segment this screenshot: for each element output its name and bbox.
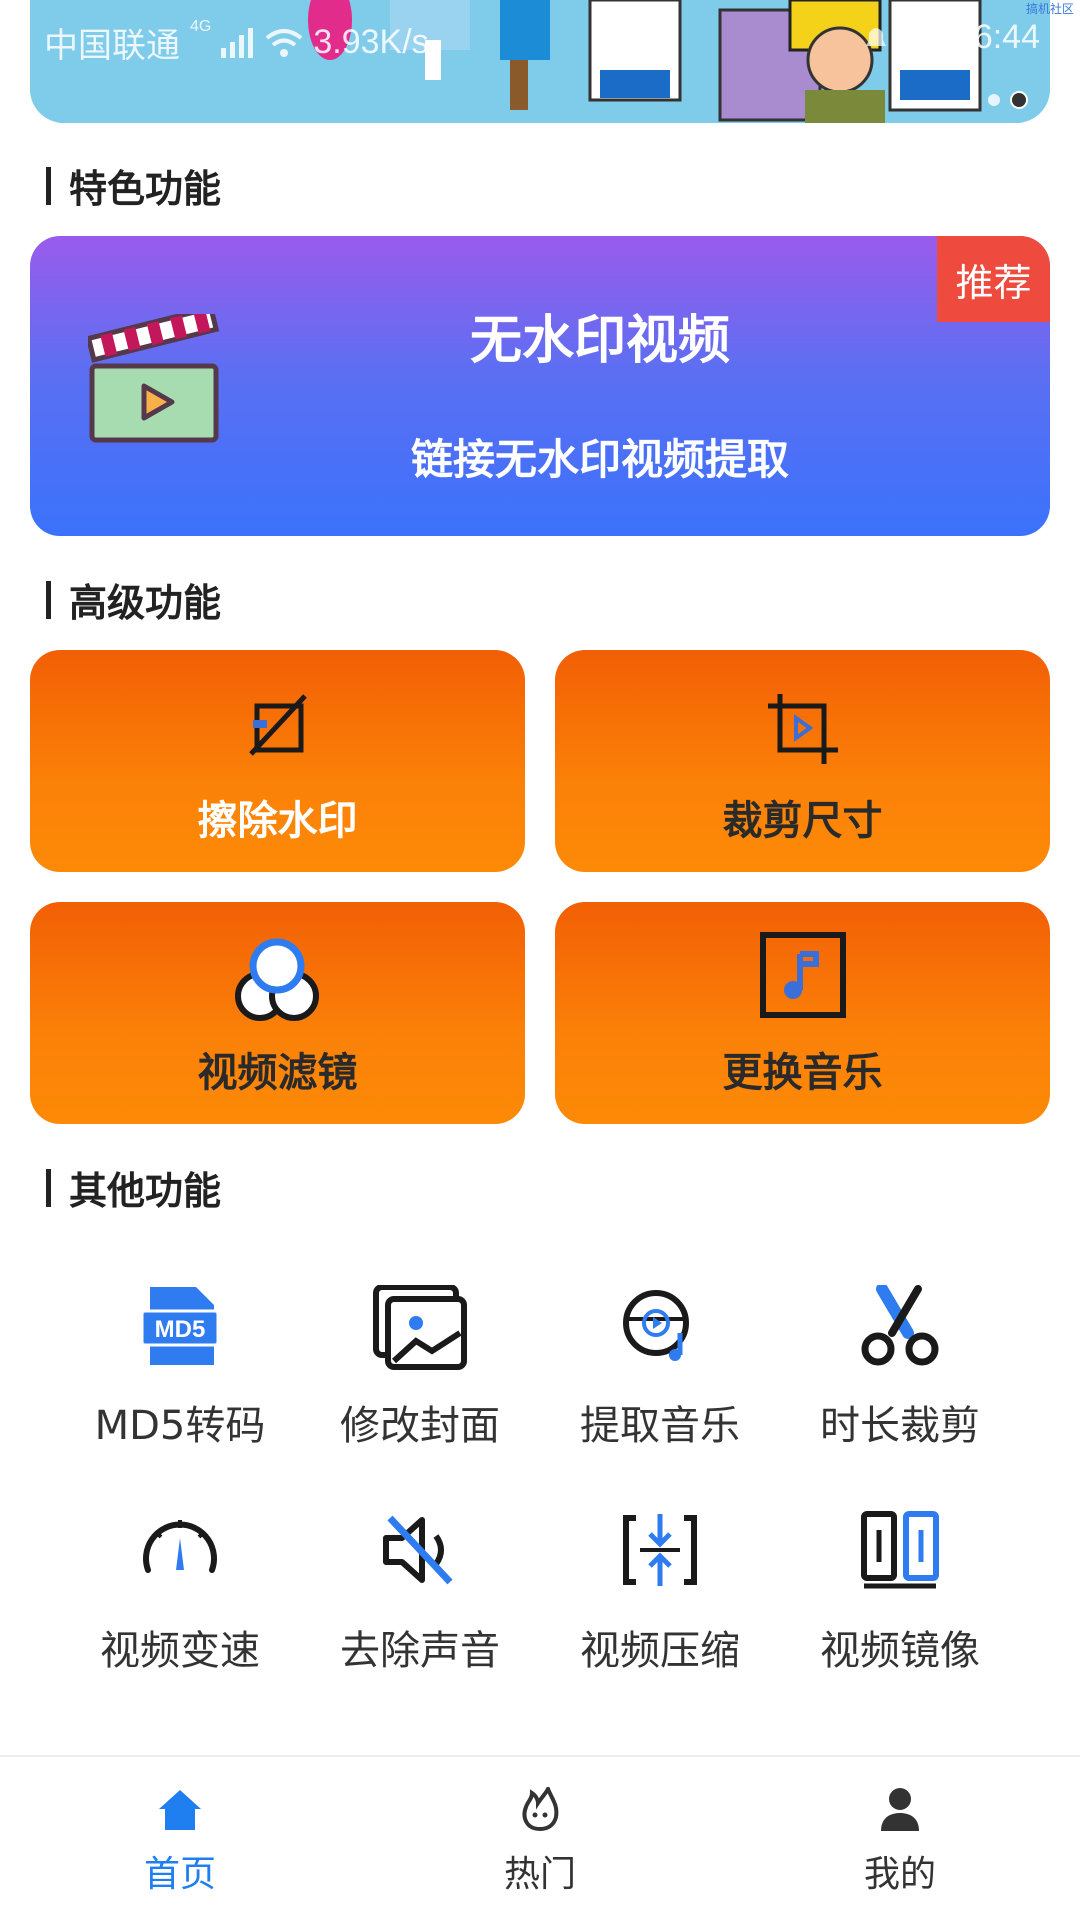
crop-size-card[interactable]: 裁剪尺寸 — [555, 650, 1050, 872]
bell-icon — [865, 27, 886, 46]
signal-icon — [221, 27, 254, 58]
tab-mine[interactable]: 我的 — [790, 1757, 1010, 1920]
video-filter-card[interactable]: 视频滤镜 — [30, 902, 525, 1124]
change-music-card[interactable]: 更换音乐 — [555, 902, 1050, 1124]
watermark-text: 搞机社区 — [1025, 2, 1074, 16]
recommend-badge: 推荐 — [937, 236, 1050, 322]
section-title-others: 其他功能 — [46, 1160, 221, 1215]
extract-music-icon — [623, 1290, 689, 1361]
tool-label: 时长裁剪 — [820, 1403, 980, 1449]
carousel-dots — [988, 91, 1028, 109]
card-label: 视频滤镜 — [197, 1050, 358, 1096]
mute-icon — [383, 1515, 453, 1585]
video-speed-tool[interactable]: 视频变速 — [60, 1510, 300, 1680]
clapperboard-icon — [88, 314, 220, 443]
user-icon — [881, 1788, 919, 1831]
bottom-tab-bar: 首页 热门 我的 — [0, 1755, 1080, 1920]
music-icon — [759, 932, 846, 1018]
erase-watermark-card[interactable]: 擦除水印 — [30, 650, 525, 872]
video-mirror-tool[interactable]: 视频镜像 — [780, 1510, 1020, 1680]
trim-duration-tool[interactable]: 时长裁剪 — [780, 1285, 1020, 1455]
clock-time: 16:44 — [954, 18, 1040, 56]
section-title-text: 高级功能 — [69, 581, 222, 625]
network-speed: 3.93K/s — [313, 23, 429, 61]
tool-label: 去除声音 — [340, 1628, 500, 1674]
section-title-advanced: 高级功能 — [46, 572, 221, 627]
compress-icon — [623, 1514, 697, 1586]
card-label: 擦除水印 — [197, 798, 358, 844]
tool-label: 视频变速 — [100, 1628, 260, 1674]
section-title-text: 特色功能 — [69, 167, 222, 211]
md5-transcode-tool[interactable]: MD5 MD5转码 — [60, 1285, 300, 1455]
no-watermark-video-card[interactable]: 无水印视频 链接无水印视频提取 推荐 — [30, 236, 1050, 536]
fire-icon — [522, 1787, 559, 1831]
tool-label: MD5转码 — [94, 1403, 266, 1449]
carousel-dot-active[interactable] — [1010, 91, 1028, 109]
md5-file-icon: MD5 — [140, 1287, 220, 1365]
hero-subtitle: 链接无水印视频提取 — [410, 435, 789, 484]
hero-title: 无水印视频 — [469, 311, 730, 371]
section-bar — [46, 166, 51, 205]
tool-label: 视频压缩 — [580, 1628, 740, 1674]
tool-label: 视频镜像 — [820, 1628, 980, 1674]
scissors-icon — [861, 1285, 939, 1366]
wifi-icon — [266, 28, 303, 57]
tab-label: 首页 — [143, 1854, 216, 1895]
erase-watermark-icon — [248, 694, 307, 756]
tab-home[interactable]: 首页 — [70, 1757, 290, 1920]
carousel-dot[interactable] — [988, 94, 1000, 106]
home-icon — [159, 1790, 201, 1830]
video-compress-tool[interactable]: 视频压缩 — [540, 1510, 780, 1680]
change-cover-tool[interactable]: 修改封面 — [300, 1285, 540, 1455]
mirror-icon — [861, 1511, 939, 1589]
tab-hot[interactable]: 热门 — [430, 1757, 650, 1920]
speedometer-icon — [143, 1520, 217, 1573]
tab-label: 我的 — [863, 1854, 936, 1895]
filter-icon — [234, 938, 319, 1021]
card-label: 裁剪尺寸 — [722, 798, 883, 844]
card-label: 更换音乐 — [722, 1050, 883, 1096]
svg-text:MD5: MD5 — [155, 1316, 206, 1343]
battery-icon — [912, 20, 933, 53]
crop-icon — [767, 694, 838, 764]
tool-label: 修改封面 — [340, 1403, 500, 1449]
image-cover-icon — [373, 1285, 467, 1370]
extract-music-tool[interactable]: 提取音乐 — [540, 1285, 780, 1455]
tool-label: 提取音乐 — [580, 1403, 740, 1449]
section-bar — [46, 580, 51, 619]
network-type: 4G — [190, 18, 212, 35]
status-bar: 中国联通 4G 3.93K/s 16:44 搞机社区 — [0, 0, 1080, 76]
section-title-text: 其他功能 — [69, 1169, 222, 1213]
carrier-name: 中国联通 — [44, 27, 180, 65]
remove-sound-tool[interactable]: 去除声音 — [300, 1510, 540, 1680]
section-bar — [46, 1168, 51, 1207]
tab-label: 热门 — [503, 1854, 576, 1895]
section-title-featured: 特色功能 — [46, 158, 221, 213]
